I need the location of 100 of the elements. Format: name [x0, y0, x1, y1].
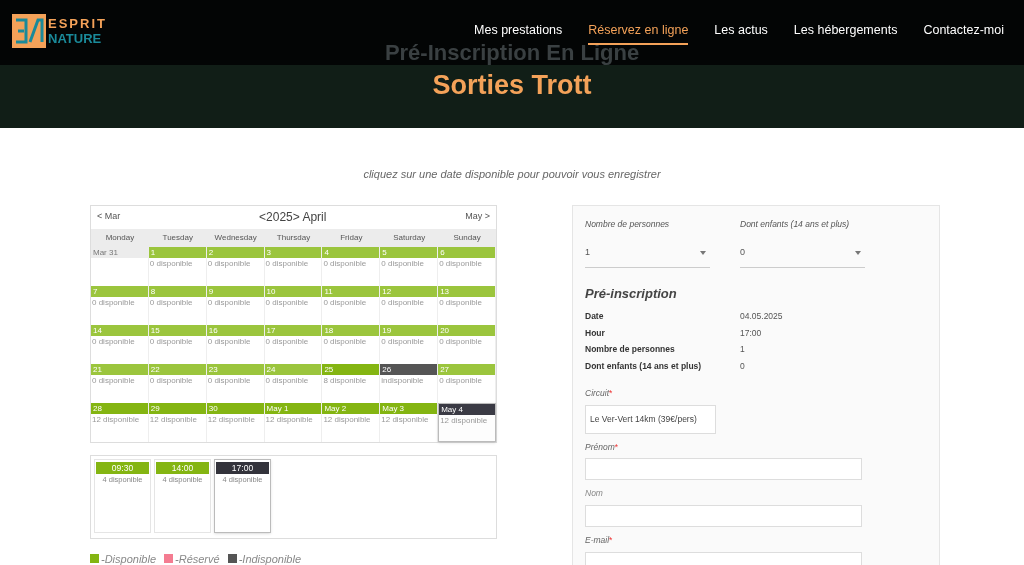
day-cell[interactable]: 11 0 disponible — [322, 285, 381, 325]
day-number: 17 — [264, 324, 322, 336]
required-mark: * — [614, 440, 619, 454]
availability-text: 0 disponible — [148, 257, 194, 270]
day-cell[interactable]: 26 indisponible — [380, 363, 439, 403]
day-cell[interactable]: 28 12 disponible — [91, 402, 149, 442]
weekday-header: Thursday — [275, 231, 312, 244]
nav-link[interactable]: Les hébergements — [793, 21, 898, 45]
day-cell[interactable]: 27 0 disponible — [438, 363, 496, 403]
availability-text: 0 disponible — [206, 335, 252, 348]
day-number: 5 — [380, 246, 438, 258]
nav-link[interactable]: Les actus — [714, 21, 768, 45]
day-number: 26 — [380, 363, 438, 375]
day-number: 28 — [91, 402, 148, 414]
day-number: 12 — [380, 285, 438, 297]
availability-text: 0 disponible — [438, 335, 483, 348]
summary-label: Nombre de personnes — [585, 343, 676, 356]
day-number: 7 — [91, 285, 148, 297]
day-number: 30 — [206, 402, 264, 414]
day-number: 3 — [264, 246, 322, 258]
prev-month-link[interactable]: < Mar — [97, 210, 121, 224]
day-number: 1 — [148, 246, 206, 258]
day-number: 23 — [206, 363, 264, 375]
day-cell[interactable]: 2 0 disponible — [206, 246, 265, 286]
summary-value: 04.05.2025 — [740, 309, 783, 323]
day-cell[interactable]: May 3 12 disponible — [380, 402, 439, 442]
availability-text: 12 disponible — [322, 413, 372, 426]
weekday-header: Sunday — [452, 231, 482, 244]
day-cell[interactable]: 14 0 disponible — [91, 324, 149, 364]
day-number: 20 — [438, 324, 495, 336]
required-mark: * — [609, 534, 613, 547]
dropdown[interactable]: 1 — [585, 238, 710, 269]
day-cell[interactable]: 16 0 disponible — [206, 324, 265, 364]
page-subtitle: Sorties Trott — [432, 69, 592, 102]
day-cell[interactable]: 15 0 disponible — [148, 324, 207, 364]
logo-text: ESPRIT — [48, 16, 107, 31]
availability-text: 0 disponible — [206, 374, 252, 387]
summary-value: 1 — [740, 343, 745, 356]
day-number: Mar 31 — [91, 246, 148, 258]
availability-text: 0 disponible — [148, 335, 194, 348]
nav-link[interactable]: Contactez-moi — [923, 21, 1004, 45]
day-cell[interactable]: 18 0 disponible — [322, 324, 381, 364]
weekday-header: Friday — [339, 231, 364, 244]
availability-text: 0 disponible — [380, 296, 425, 309]
day-cell[interactable]: 19 0 disponible — [380, 324, 439, 364]
day-cell[interactable]: May 2 12 disponible — [322, 402, 381, 442]
nav-link[interactable]: Réservez en ligne — [588, 21, 689, 45]
day-cell[interactable]: 1 0 disponible — [148, 246, 207, 286]
day-cell[interactable]: 29 12 disponible — [148, 402, 207, 442]
day-cell[interactable]: 30 12 disponible — [206, 402, 265, 442]
availability-text: 0 disponible — [322, 257, 368, 270]
page-title: Pré-Inscription En Ligne — [384, 42, 640, 64]
day-cell[interactable]: 21 0 disponible — [91, 363, 149, 403]
next-month-link[interactable]: May > — [465, 210, 490, 224]
day-cell[interactable]: 20 0 disponible — [438, 324, 496, 364]
availability-text: 0 disponible — [264, 374, 310, 387]
weekday-header: Saturday — [392, 231, 427, 244]
availability-text: 0 disponible — [148, 296, 194, 309]
day-number: 4 — [322, 246, 380, 258]
day-cell[interactable]: 8 0 disponible — [148, 285, 207, 325]
slot-time: 17:00 — [216, 461, 269, 475]
day-cell[interactable]: 22 0 disponible — [148, 363, 207, 403]
day-cell[interactable]: May 1 12 disponible — [264, 402, 323, 442]
day-cell[interactable]: 3 0 disponible — [264, 246, 323, 286]
field-label: Dont enfants (14 ans et plus) — [740, 217, 851, 231]
day-cell[interactable]: 13 0 disponible — [438, 285, 496, 325]
availability-text: 0 disponible — [148, 374, 194, 387]
required-mark: * — [609, 386, 613, 400]
day-number: 13 — [438, 285, 495, 297]
availability-text: 12 disponible — [91, 413, 141, 426]
day-cell[interactable]: 10 0 disponible — [264, 285, 323, 325]
day-cell[interactable]: 4 0 disponible — [322, 246, 381, 286]
day-number: 24 — [264, 363, 322, 375]
day-number: 8 — [148, 285, 206, 297]
day-number: 9 — [206, 285, 264, 297]
dropdown[interactable]: 0 — [740, 238, 865, 269]
day-cell[interactable]: 6 0 disponible — [438, 246, 496, 286]
availability-text: 0 disponible — [264, 257, 310, 270]
day-cell[interactable]: 7 0 disponible — [91, 285, 149, 325]
day-cell[interactable]: 5 0 disponible — [380, 246, 439, 286]
availability-text: 0 disponible — [380, 335, 425, 348]
dropdown[interactable]: Le Ver-Vert 14km (39€/pers) — [585, 404, 716, 434]
day-cell[interactable]: May 4 12 disponible — [438, 402, 496, 442]
day-number: 21 — [91, 363, 148, 375]
summary-value: 17:00 — [740, 326, 762, 340]
slot-time: 09:30 — [96, 461, 149, 475]
availability-text: 0 disponible — [438, 374, 483, 387]
day-cell[interactable]: 9 0 disponible — [206, 285, 265, 325]
availability-text: 12 disponible — [264, 413, 314, 426]
day-cell[interactable]: 24 0 disponible — [264, 363, 323, 403]
day-cell[interactable]: 17 0 disponible — [264, 324, 323, 364]
day-cell[interactable]: 25 8 disponible — [322, 363, 381, 403]
nav-link[interactable]: Mes prestations — [474, 21, 563, 45]
availability-text: 0 disponible — [91, 296, 136, 309]
day-cell[interactable]: 23 0 disponible — [206, 363, 265, 403]
day-cell[interactable]: 12 0 disponible — [380, 285, 439, 325]
availability-text: indisponible — [380, 374, 425, 387]
day-number: May 3 — [380, 402, 438, 414]
availability-text: 12 disponible — [439, 414, 489, 427]
day-cell[interactable]: Mar 31 — [91, 246, 149, 286]
